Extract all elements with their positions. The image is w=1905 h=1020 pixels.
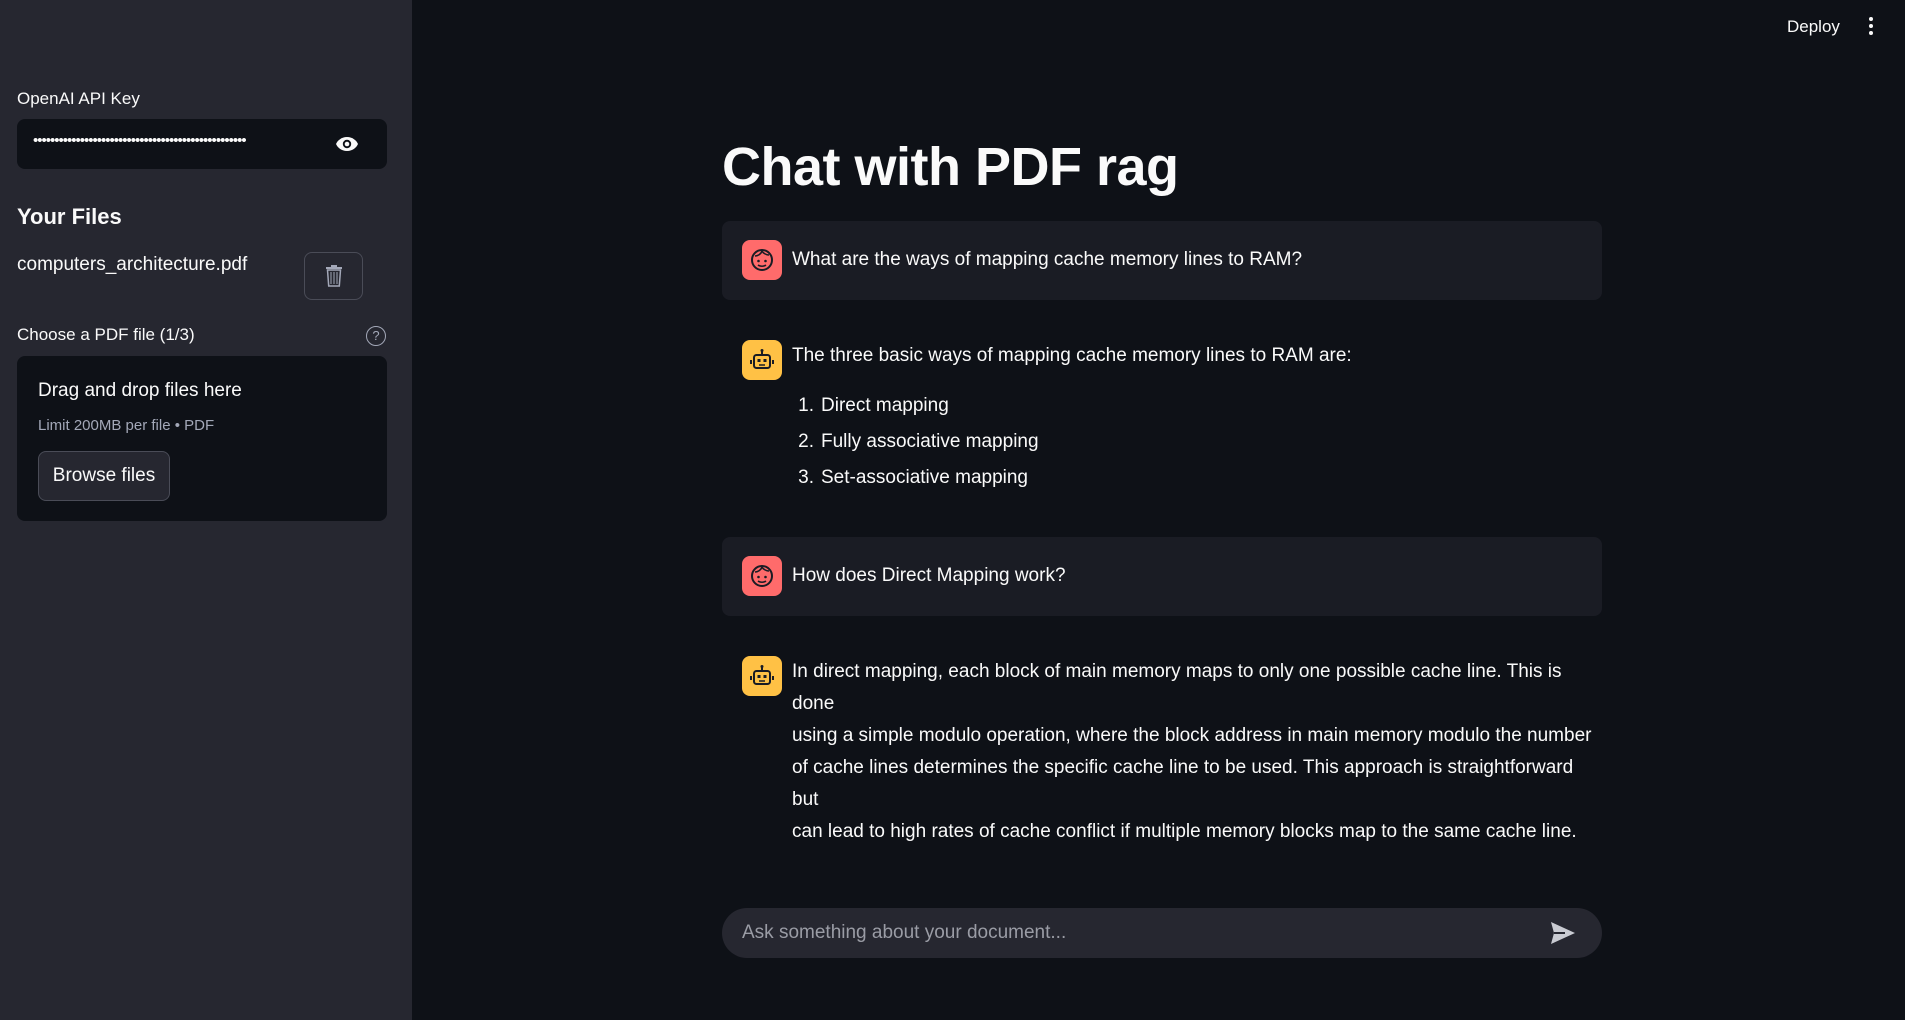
chat-message-assistant: The three basic ways of mapping cache me…: [722, 319, 1602, 499]
help-icon[interactable]: ?: [366, 326, 386, 346]
message-line: can lead to high rates of cache conflict…: [792, 821, 1577, 842]
send-icon[interactable]: [1550, 921, 1576, 945]
delete-file-button[interactable]: [304, 252, 363, 300]
chat-message-user: What are the ways of mapping cache memor…: [722, 221, 1602, 300]
uploader-label: Choose a PDF file (1/3): [17, 325, 195, 344]
chat-input[interactable]: [742, 908, 1522, 958]
message-line: using a simple modulo operation, where t…: [792, 725, 1592, 746]
message-text: What are the ways of mapping cache memor…: [792, 249, 1303, 270]
message-text: How does Direct Mapping work?: [792, 565, 1066, 586]
uploaded-file-name: computers_architecture.pdf: [17, 254, 248, 275]
chat-input-container[interactable]: [722, 908, 1602, 958]
api-key-label: OpenAI API Key: [17, 89, 140, 108]
sidebar: OpenAI API Key •••••••••••••••••••••••••…: [0, 0, 412, 1020]
chat-message-user: How does Direct Mapping work?: [722, 537, 1602, 616]
message-text: In direct mapping, each block of main me…: [792, 656, 1602, 848]
app: OpenAI API Key •••••••••••••••••••••••••…: [0, 0, 1905, 1020]
browse-files-button[interactable]: Browse files: [38, 451, 170, 501]
chat-message-assistant: In direct mapping, each block of main me…: [722, 636, 1602, 842]
api-key-input[interactable]: ••••••••••••••••••••••••••••••••••••••••…: [17, 119, 387, 169]
deploy-button[interactable]: Deploy: [1787, 17, 1840, 37]
file-dropzone[interactable]: Drag and drop files here Limit 200MB per…: [17, 356, 387, 521]
kebab-menu-icon[interactable]: [1866, 15, 1876, 37]
eye-icon[interactable]: [335, 134, 359, 154]
dropzone-limit: Limit 200MB per file • PDF: [38, 417, 215, 434]
message-line: In direct mapping, each block of main me…: [792, 661, 1562, 714]
api-key-value[interactable]: ••••••••••••••••••••••••••••••••••••••••…: [33, 132, 333, 149]
user-avatar-icon: [742, 240, 782, 280]
list-item: 3. Set-associative mapping: [798, 467, 1028, 488]
list-item: 2. Fully associative mapping: [798, 431, 1039, 452]
files-heading: Your Files: [17, 204, 122, 229]
robot-avatar-icon: [742, 340, 782, 380]
dropzone-title: Drag and drop files here: [38, 380, 242, 401]
page-title: Chat with PDF rag: [722, 137, 1179, 197]
message-intro: The three basic ways of mapping cache me…: [792, 345, 1352, 366]
list-item: 1. Direct mapping: [798, 395, 949, 416]
user-avatar-icon: [742, 556, 782, 596]
answer-list: 1. Direct mapping 2. Fully associative map…: [792, 388, 1039, 496]
trash-icon: [325, 265, 342, 287]
robot-avatar-icon: [742, 656, 782, 696]
message-line: of cache lines determines the specific c…: [792, 757, 1574, 810]
